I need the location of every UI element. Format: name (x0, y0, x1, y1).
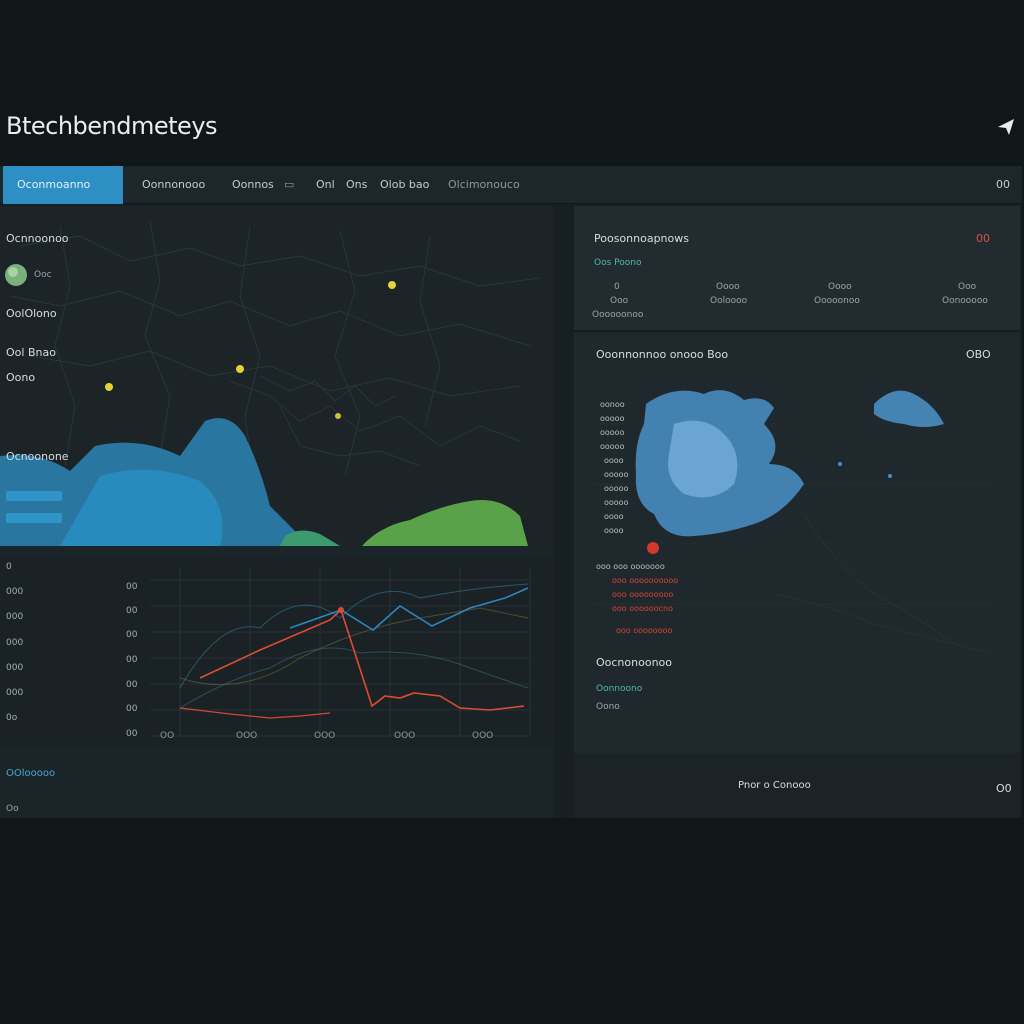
x-tick-1: OOO (236, 731, 258, 741)
tab-4-icon[interactable]: ▭ (284, 166, 294, 204)
trend-chart[interactable] (0, 558, 554, 748)
tab-2[interactable]: Oonnonooo (142, 166, 205, 204)
y-inner-tick-1: 00 (126, 606, 138, 616)
right-panel: Poosonnoapnows 00 Oos Poono 0 Ooo Oooo O… (574, 206, 1020, 818)
stat-col-2-bottom: Ooloooo (710, 296, 748, 306)
chart-footer-sub: Oo (6, 804, 19, 814)
y-left-tick-6: 0o (6, 713, 18, 723)
stats-footer: Oooooonoo (592, 310, 644, 320)
stat-col-3-top: Oooo (828, 282, 852, 292)
weather-bottom-row-0: ooo ooo ooooooo (596, 562, 665, 571)
stat-col-1-bottom: Ooo (610, 296, 629, 306)
y-inner-tick-5: 00 (126, 704, 138, 714)
stat-col-1-top: 0 (614, 282, 620, 292)
x-tick-4: OOO (472, 731, 494, 741)
weather-row-7: ooooo (604, 498, 629, 507)
weather-section-sub: Oonnoono (596, 684, 643, 694)
right-footer: Pnor o Conooo O0 (574, 754, 1020, 818)
weather-row-1: ooooo (600, 414, 625, 423)
legend-bar-1 (6, 491, 62, 501)
weather-bottom-row-1: ooo oooooooooo (612, 576, 679, 585)
tab-overview[interactable]: Oconmoanno (3, 166, 123, 204)
tab-6[interactable]: Ons (346, 166, 367, 204)
navbar: Oconmoanno Oonnonooo Oonnos ▭ Onl Ons Ol… (0, 166, 1022, 204)
weather-bottom-row-4: ooo oooooooo (616, 626, 673, 635)
chart-footer-label: OOlooooo (6, 768, 56, 779)
y-left-tick-3: 000 (6, 638, 24, 648)
y-inner-tick-4: 00 (126, 680, 138, 690)
weather-row-0: oonoo (600, 400, 625, 409)
send-icon[interactable] (996, 117, 1016, 137)
globe-label: Ooc (34, 270, 52, 280)
weather-badge[interactable]: OBO (966, 348, 991, 361)
weather-bottom-row-2: ooo ooooooooo (612, 590, 674, 599)
y-inner-tick-2: 00 (126, 630, 138, 640)
tab-7[interactable]: Olob bao (380, 166, 429, 204)
weather-row-6: ooooo (604, 484, 629, 493)
x-tick-3: OOO (394, 731, 416, 741)
stat-col-3-bottom: Ooooonoo (814, 296, 860, 306)
y-left-tick-0: 0 (6, 562, 12, 572)
navbar-right-menu[interactable]: 00 (996, 166, 1010, 204)
weather-row-9: oooo (604, 526, 624, 535)
x-tick-2: OOO (314, 731, 336, 741)
weather-title: Ooonnonnoo onooo Boo (596, 348, 729, 361)
weather-row-5: ooooo (604, 470, 629, 479)
stats-subtitle: Oos Poono (594, 258, 642, 268)
map-title: Ocnnoonoo (6, 232, 69, 245)
weather-row-2: ooooo (600, 428, 625, 437)
right-footer-right: O0 (996, 782, 1012, 795)
map-section-2: Ool Bnao (6, 346, 56, 359)
stats-card: Poosonnoapnows 00 Oos Poono 0 Ooo Oooo O… (574, 206, 1020, 332)
stat-col-4-bottom: Oonooooo (942, 296, 988, 306)
map-section-3: Oono (6, 371, 36, 384)
weather-card: Ooonnonnoo onooo Boo OBO oonoo ooooo ooo… (574, 334, 1020, 752)
weather-map[interactable] (574, 364, 1020, 664)
map-view[interactable] (0, 206, 554, 546)
y-left-tick-1: 000 (6, 587, 24, 597)
tab-3[interactable]: Oonnos (232, 166, 274, 204)
weather-section-title: Oocnonoonoo (596, 656, 673, 669)
y-inner-tick-0: 00 (126, 582, 138, 592)
stats-title: Poosonnoapnows (594, 232, 689, 245)
y-inner-tick-6: 00 (126, 729, 138, 739)
map-section-4: Ocnoonone (6, 450, 69, 463)
y-left-tick-2: 000 (6, 612, 24, 622)
left-panel: Ocnnoonoo Ooc OolOlono Ool Bnao Oono Ocn… (0, 206, 554, 818)
weather-bottom-row-3: ooo oooooocno (612, 604, 673, 613)
y-left-tick-4: 000 (6, 663, 24, 673)
map-section-1: OolOlono (6, 307, 57, 320)
weather-row-3: ooooo (600, 442, 625, 451)
right-footer-label[interactable]: Pnor o Conooo (738, 780, 811, 791)
weather-row-4: oooo (604, 456, 624, 465)
weather-section-sub2: Oono (596, 702, 620, 712)
weather-row-8: oooo (604, 512, 624, 521)
y-left-tick-5: 000 (6, 688, 24, 698)
tab-8[interactable]: Olcimonouco (448, 166, 520, 204)
stats-badge[interactable]: 00 (976, 232, 990, 245)
stat-col-2-top: Oooo (716, 282, 740, 292)
chart-svg (0, 558, 554, 748)
y-inner-tick-3: 00 (126, 655, 138, 665)
legend-bar-2 (6, 513, 62, 523)
stat-col-4-top: Ooo (958, 282, 977, 292)
tab-5[interactable]: Onl (316, 166, 335, 204)
app-title: Btechbendmeteys (6, 112, 218, 140)
x-tick-0: OO (160, 731, 175, 741)
dashboard-frame: Oconmoanno Oonnonooo Oonnos ▭ Onl Ons Ol… (0, 166, 1022, 818)
